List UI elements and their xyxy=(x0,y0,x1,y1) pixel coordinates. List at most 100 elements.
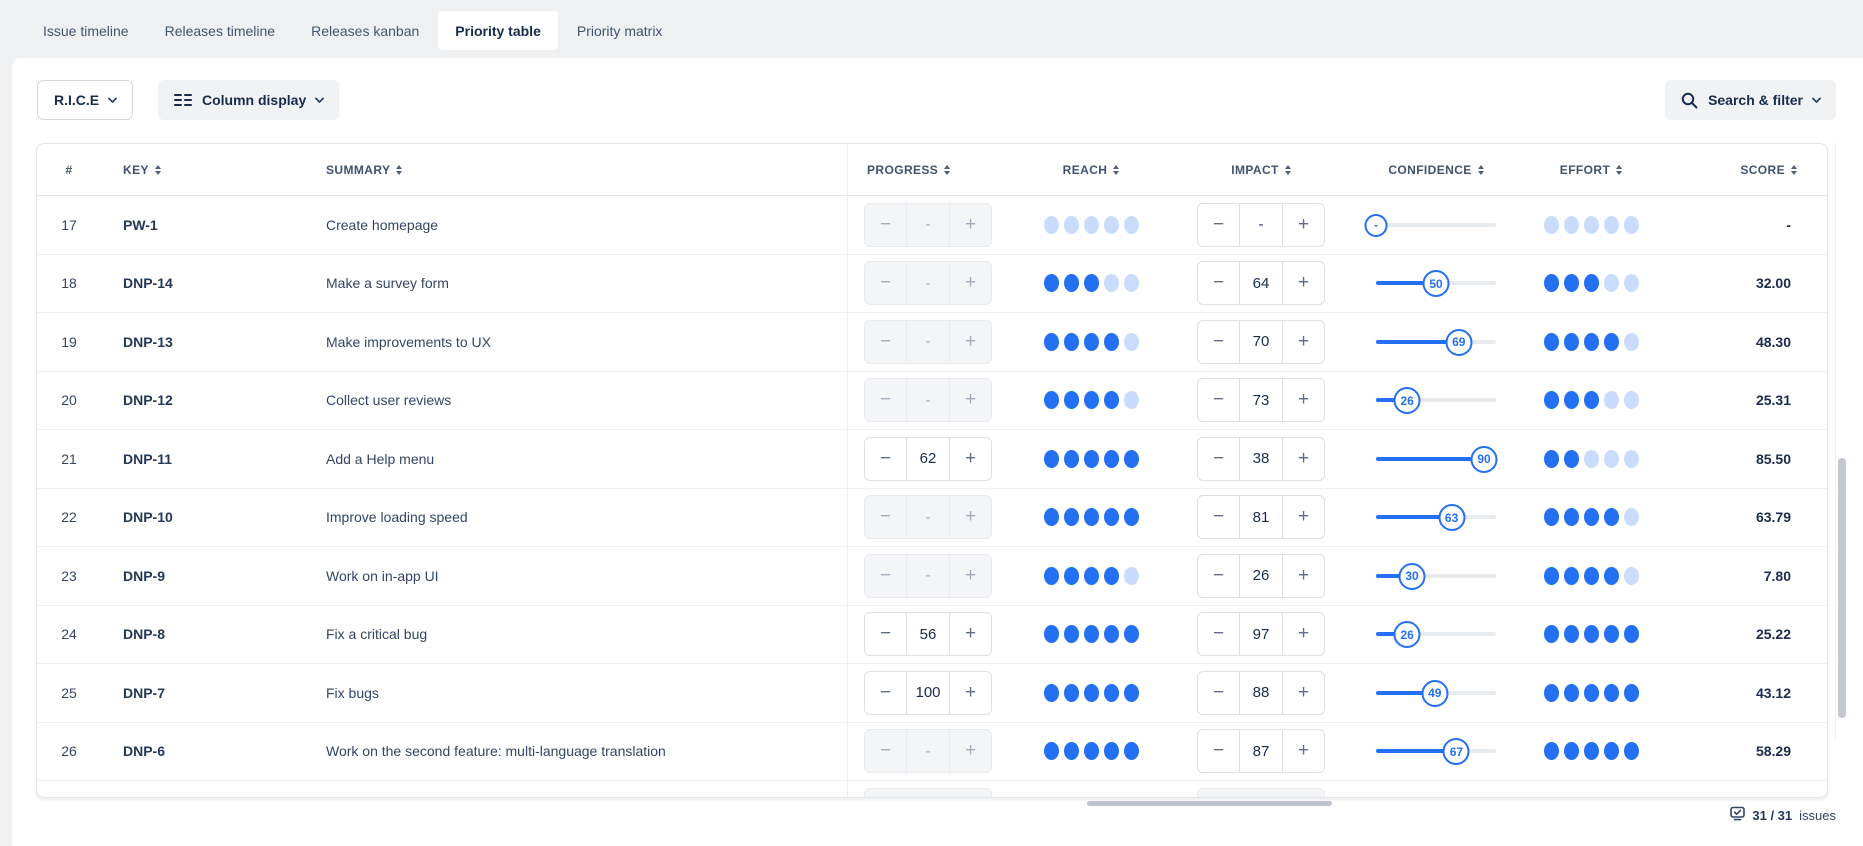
rating-dot[interactable] xyxy=(1104,742,1119,760)
rating-dot[interactable] xyxy=(1604,333,1619,351)
column-header-effort[interactable]: EFFORT xyxy=(1521,163,1661,177)
rating-dot[interactable] xyxy=(1084,333,1099,351)
decrement-button[interactable]: − xyxy=(1198,730,1239,772)
rating-dot[interactable] xyxy=(1584,625,1599,643)
rating-dot[interactable] xyxy=(1544,216,1559,234)
column-header-score[interactable]: SCORE xyxy=(1661,163,1827,177)
decrement-button[interactable]: − xyxy=(1198,555,1239,597)
rating-dot[interactable] xyxy=(1104,450,1119,468)
confidence-slider[interactable]: 50 xyxy=(1376,261,1496,305)
impact-value[interactable]: 70 xyxy=(1239,321,1283,363)
effort-rating[interactable] xyxy=(1544,450,1639,468)
rating-dot[interactable] xyxy=(1544,508,1559,526)
progress-value[interactable]: 100 xyxy=(906,672,950,714)
reach-rating[interactable] xyxy=(1044,625,1139,643)
rating-dot[interactable] xyxy=(1104,333,1119,351)
decrement-button[interactable]: − xyxy=(1198,613,1239,655)
progress-value[interactable]: 56 xyxy=(906,613,950,655)
confidence-slider[interactable]: 69 xyxy=(1376,320,1496,364)
effort-rating[interactable] xyxy=(1544,391,1639,409)
rating-dot[interactable] xyxy=(1564,567,1579,585)
rating-dot[interactable] xyxy=(1584,567,1599,585)
confidence-slider-handle[interactable]: 63 xyxy=(1438,504,1465,531)
rating-dot[interactable] xyxy=(1544,274,1559,292)
column-header-confidence[interactable]: CONFIDENCE xyxy=(1351,163,1521,177)
confidence-slider-handle[interactable]: 26 xyxy=(1394,387,1421,414)
rating-dot[interactable] xyxy=(1044,684,1059,702)
rating-dot[interactable] xyxy=(1624,508,1639,526)
rating-dot[interactable] xyxy=(1624,216,1639,234)
reach-rating[interactable] xyxy=(1044,333,1139,351)
rating-dot[interactable] xyxy=(1544,742,1559,760)
rating-dot[interactable] xyxy=(1084,216,1099,234)
increment-button[interactable]: + xyxy=(1283,321,1324,363)
rating-dot[interactable] xyxy=(1064,625,1079,643)
impact-value[interactable]: - xyxy=(1239,204,1283,246)
increment-button[interactable]: + xyxy=(1283,613,1324,655)
rating-dot[interactable] xyxy=(1544,450,1559,468)
rating-dot[interactable] xyxy=(1064,684,1079,702)
impact-value[interactable]: 81 xyxy=(1239,496,1283,538)
reach-rating[interactable] xyxy=(1044,684,1139,702)
rating-dot[interactable] xyxy=(1604,274,1619,292)
rating-dot[interactable] xyxy=(1084,684,1099,702)
impact-value[interactable]: 87 xyxy=(1239,730,1283,772)
reach-rating[interactable] xyxy=(1044,216,1139,234)
column-header-progress[interactable]: PROGRESS xyxy=(847,163,1011,177)
rating-dot[interactable] xyxy=(1064,391,1079,409)
tab-releases-timeline[interactable]: Releases timeline xyxy=(148,11,293,50)
confidence-slider-handle[interactable]: 26 xyxy=(1394,621,1421,648)
increment-button[interactable]: + xyxy=(1283,730,1324,772)
column-header-reach[interactable]: REACH xyxy=(1011,163,1171,177)
rating-dot[interactable] xyxy=(1044,274,1059,292)
rating-dot[interactable] xyxy=(1124,508,1139,526)
rating-dot[interactable] xyxy=(1624,450,1639,468)
reach-rating[interactable] xyxy=(1044,450,1139,468)
reach-rating[interactable] xyxy=(1044,508,1139,526)
rating-dot[interactable] xyxy=(1544,625,1559,643)
column-header-impact[interactable]: IMPACT xyxy=(1171,163,1351,177)
increment-button[interactable]: + xyxy=(950,672,991,714)
rating-dot[interactable] xyxy=(1544,333,1559,351)
increment-button[interactable]: + xyxy=(1283,672,1324,714)
confidence-slider[interactable]: 90 xyxy=(1376,437,1496,481)
increment-button[interactable]: + xyxy=(950,613,991,655)
rating-dot[interactable] xyxy=(1124,625,1139,643)
rating-dot[interactable] xyxy=(1604,567,1619,585)
effort-rating[interactable] xyxy=(1544,625,1639,643)
rating-dot[interactable] xyxy=(1584,684,1599,702)
reach-rating[interactable] xyxy=(1044,391,1139,409)
confidence-slider-handle[interactable]: 30 xyxy=(1399,563,1426,590)
rating-dot[interactable] xyxy=(1064,567,1079,585)
rating-dot[interactable] xyxy=(1064,742,1079,760)
confidence-slider[interactable]: 49 xyxy=(1376,671,1496,715)
tab-issue-timeline[interactable]: Issue timeline xyxy=(26,11,146,50)
increment-button[interactable]: + xyxy=(1283,262,1324,304)
decrement-button[interactable]: − xyxy=(1198,204,1239,246)
decrement-button[interactable]: − xyxy=(865,672,906,714)
effort-rating[interactable] xyxy=(1544,567,1639,585)
tab-priority-matrix[interactable]: Priority matrix xyxy=(560,11,680,50)
rating-dot[interactable] xyxy=(1104,216,1119,234)
impact-value[interactable]: 73 xyxy=(1239,379,1283,421)
rating-dot[interactable] xyxy=(1564,625,1579,643)
rating-dot[interactable] xyxy=(1064,333,1079,351)
rating-dot[interactable] xyxy=(1604,684,1619,702)
rating-dot[interactable] xyxy=(1544,567,1559,585)
rating-dot[interactable] xyxy=(1104,391,1119,409)
rating-dot[interactable] xyxy=(1604,391,1619,409)
effort-rating[interactable] xyxy=(1544,274,1639,292)
rating-dot[interactable] xyxy=(1604,625,1619,643)
rating-dot[interactable] xyxy=(1604,508,1619,526)
confidence-slider[interactable]: 63 xyxy=(1376,495,1496,539)
rating-dot[interactable] xyxy=(1044,391,1059,409)
tab-priority-table[interactable]: Priority table xyxy=(438,11,558,50)
rating-dot[interactable] xyxy=(1564,742,1579,760)
rating-dot[interactable] xyxy=(1064,274,1079,292)
rating-dot[interactable] xyxy=(1064,450,1079,468)
rating-dot[interactable] xyxy=(1584,274,1599,292)
rating-dot[interactable] xyxy=(1604,216,1619,234)
rating-dot[interactable] xyxy=(1124,391,1139,409)
rating-dot[interactable] xyxy=(1124,684,1139,702)
rating-dot[interactable] xyxy=(1564,274,1579,292)
